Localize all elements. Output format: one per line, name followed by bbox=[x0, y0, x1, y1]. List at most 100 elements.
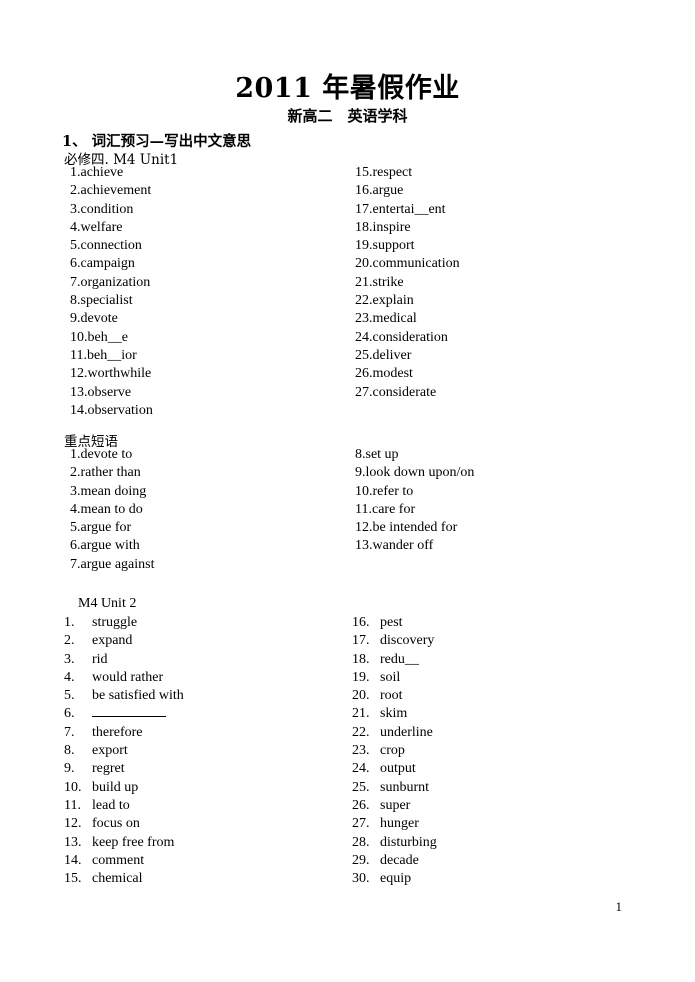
vocab-item-text: disturbing bbox=[380, 834, 437, 850]
vocab-item: 12.worthwhile bbox=[70, 366, 152, 382]
vocab-item-text: hunger bbox=[380, 816, 419, 832]
vocab-item-text: output bbox=[380, 761, 416, 777]
vocab-item: 30. equip bbox=[352, 870, 437, 888]
vocab-item: 12. focus on bbox=[64, 815, 184, 833]
vocab-item: 2.rather than bbox=[70, 465, 141, 481]
vocab-item: 11.beh__ior bbox=[70, 347, 137, 363]
vocab-item-number: 25. bbox=[352, 779, 370, 795]
vocab-item: 29. decade bbox=[352, 852, 437, 870]
vocab-item-text: root bbox=[380, 688, 403, 704]
vocab-item: 8. export bbox=[64, 742, 184, 760]
vocab-item-number: 27. bbox=[352, 816, 370, 832]
vocab-item: 5.argue for bbox=[70, 520, 132, 536]
vocab-item-text: expand bbox=[92, 633, 133, 649]
vocab-item: 20.communication bbox=[355, 256, 460, 272]
vocab-item: 8.set up bbox=[355, 447, 399, 462]
vocab-item-text: focus on bbox=[92, 816, 140, 832]
vocab-item-number: 4. bbox=[64, 669, 75, 685]
vocab-item-text: keep free from bbox=[92, 834, 175, 850]
vocab-item: 1.achieve bbox=[70, 165, 124, 180]
vocab-item-text: redu__ bbox=[380, 651, 419, 667]
vocab-item: 21.strike bbox=[355, 274, 404, 290]
vocab-item-number: 8. bbox=[64, 743, 75, 759]
vocab-item-text: underline bbox=[380, 724, 433, 740]
fill-in-blank-rule bbox=[92, 705, 166, 718]
vocab-item-number: 10. bbox=[64, 779, 82, 795]
page-subtitle: 新高二 英语学科 bbox=[287, 107, 408, 125]
vocab-item: 26. super bbox=[352, 797, 437, 815]
vocab-item-number: 30. bbox=[352, 871, 370, 887]
vocab-item-text: sunburnt bbox=[380, 779, 429, 795]
vocab-item: 10. build up bbox=[64, 779, 184, 797]
vocab-item-number: 3. bbox=[64, 651, 75, 667]
vocab-item-text: crop bbox=[380, 743, 405, 759]
vocab-item: 12.be intended for bbox=[355, 520, 458, 536]
vocab-item: 5. be satisfied with bbox=[64, 687, 184, 705]
document-page: 2011 年暑假作业 新高二 英语学科 1、 词汇预习—写出中文意思 必修四. … bbox=[0, 0, 695, 982]
vocab-item-number: 21. bbox=[352, 706, 370, 722]
vocab-item: 15. chemical bbox=[64, 870, 184, 888]
vocab-item: 16. pest bbox=[352, 614, 437, 632]
vocab-item-text: build up bbox=[92, 779, 139, 795]
vocab-item: 14.observation bbox=[70, 402, 153, 418]
vocab-item: 21. skim bbox=[352, 705, 437, 723]
vocab-item: 14. comment bbox=[64, 852, 184, 870]
vocab-item-number: 26. bbox=[352, 797, 370, 813]
vocab-item: 9.look down upon/on bbox=[355, 465, 475, 481]
vocab-item-number: 28. bbox=[352, 834, 370, 850]
page-title: 2011 年暑假作业 bbox=[235, 73, 460, 104]
vocab-item: 2. expand bbox=[64, 632, 184, 650]
vocab-item-text: rid bbox=[92, 651, 108, 667]
vocab-item: 8.specialist bbox=[70, 293, 133, 309]
vocab-item: 5.connection bbox=[70, 238, 142, 254]
vocab-item-text: regret bbox=[92, 761, 125, 777]
vocab-item-number: 22. bbox=[352, 724, 370, 740]
vocab-item: 18.inspire bbox=[355, 219, 411, 235]
vocab-item-text: lead to bbox=[92, 797, 130, 813]
vocab-item: 4.welfare bbox=[70, 219, 123, 235]
vocab-item: 11. lead to bbox=[64, 797, 184, 815]
vocab-item-text: equip bbox=[380, 871, 412, 887]
vocab-item: 6.campaign bbox=[70, 256, 135, 272]
vocab-item: 3.mean doing bbox=[70, 483, 147, 499]
vocab-item-number: 23. bbox=[352, 743, 370, 759]
vocab-item-text: struggle bbox=[92, 615, 138, 630]
vocab-item: 26.modest bbox=[355, 366, 413, 382]
vocab-item: 1.devote to bbox=[70, 447, 133, 462]
vocab-item: 27.considerate bbox=[355, 384, 437, 400]
page-number: 1 bbox=[615, 899, 623, 914]
vocab-item: 9.devote bbox=[70, 311, 118, 327]
vocab-item: 9. regret bbox=[64, 760, 184, 778]
vocab-item: 28. disturbing bbox=[352, 834, 437, 852]
vocab-item: 22. underline bbox=[352, 724, 437, 742]
vocab-item-number: 19. bbox=[352, 669, 370, 685]
vocab-item-number: 12. bbox=[64, 816, 82, 832]
unit2-word-column-left: 1. struggle 2. expand 3. rid 4. would rather 5. b… bbox=[64, 614, 184, 888]
vocab-item: 22.explain bbox=[355, 293, 414, 309]
vocab-item-number: 18. bbox=[352, 651, 370, 667]
vocab-item: 17. discovery bbox=[352, 632, 437, 650]
vocab-item-number: 5. bbox=[64, 688, 75, 704]
vocab-item-number: 24. bbox=[352, 761, 370, 777]
vocab-item: 16.argue bbox=[355, 183, 404, 199]
vocab-item-text: export bbox=[92, 743, 128, 759]
vocab-item-number: 13. bbox=[64, 834, 82, 850]
unit1-word-column-left: 1.achieve 2.achievement 3.condition 4.welfa… bbox=[70, 164, 153, 420]
vocab-item: 20. root bbox=[352, 687, 437, 705]
vocab-item-number: 7. bbox=[64, 724, 75, 740]
vocab-item-number: 11. bbox=[64, 797, 81, 813]
vocab-item: 4. would rather bbox=[64, 669, 184, 687]
vocab-item: 23. crop bbox=[352, 742, 437, 760]
vocab-item: 3. rid bbox=[64, 651, 184, 669]
vocab-item: 13. keep free from bbox=[64, 834, 184, 852]
vocab-item-text: pest bbox=[380, 615, 403, 630]
vocab-item: 24.consideration bbox=[355, 329, 448, 345]
vocab-item-number: 2. bbox=[64, 633, 75, 649]
vocab-item: 4.mean to do bbox=[70, 501, 143, 517]
unit1-word-column-right: 15.respect 16.argue 17.entertai__ent 18.ins… bbox=[355, 164, 460, 402]
vocab-item: 10.beh__e bbox=[70, 329, 128, 345]
vocab-item: 24. output bbox=[352, 760, 437, 778]
vocab-item-text: soil bbox=[380, 669, 401, 685]
unit2-heading: M4 Unit 2 bbox=[78, 596, 137, 611]
vocab-item: 1. struggle bbox=[64, 614, 184, 632]
